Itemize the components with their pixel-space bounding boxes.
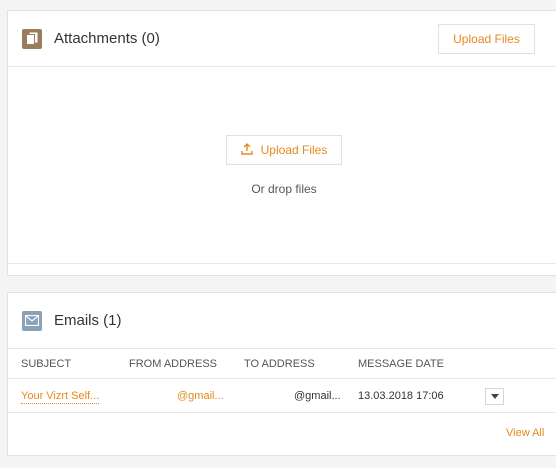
row-actions-dropdown[interactable] bbox=[485, 388, 504, 405]
upload-files-button[interactable]: Upload Files bbox=[438, 24, 535, 54]
drop-upload-label: Upload Files bbox=[260, 143, 328, 157]
chevron-down-icon bbox=[490, 394, 499, 399]
attachments-header: Attachments (0) Upload Files bbox=[8, 11, 556, 67]
envelope-icon bbox=[22, 310, 42, 331]
drop-upload-files-button[interactable]: Upload Files bbox=[226, 135, 342, 165]
email-to-address: @gmail... bbox=[294, 390, 341, 402]
email-table-header: SUBJECT FROM ADDRESS TO ADDRESS MESSAGE … bbox=[8, 349, 556, 379]
emails-header: Emails (1) bbox=[8, 293, 556, 349]
emails-panel: Emails (1) SUBJECT FROM ADDRESS TO ADDRE… bbox=[7, 292, 556, 456]
view-all-link[interactable]: View All bbox=[506, 427, 544, 439]
column-to-address[interactable]: TO ADDRESS bbox=[244, 349, 315, 379]
attachments-panel: Attachments (0) Upload Files Upload File… bbox=[7, 10, 556, 276]
upload-icon bbox=[240, 142, 253, 158]
emails-title: Emails (1) bbox=[54, 312, 122, 329]
column-from-address[interactable]: FROM ADDRESS bbox=[129, 349, 217, 379]
email-subject-link[interactable]: Your Vizrt Self... bbox=[21, 389, 100, 404]
attachments-title: Attachments (0) bbox=[54, 30, 160, 47]
drop-hint-text: Or drop files bbox=[251, 182, 317, 196]
email-message-date: 13.03.2018 17:06 bbox=[358, 390, 444, 402]
column-subject[interactable]: SUBJECT bbox=[21, 349, 71, 379]
table-row: Your Vizrt Self... @gmail... @gmail... 1… bbox=[8, 379, 556, 413]
column-message-date[interactable]: MESSAGE DATE bbox=[358, 349, 444, 379]
file-stack-icon bbox=[22, 28, 42, 49]
file-drop-zone[interactable]: Upload Files Or drop files bbox=[8, 67, 556, 264]
email-from-address: @gmail... bbox=[177, 390, 224, 402]
